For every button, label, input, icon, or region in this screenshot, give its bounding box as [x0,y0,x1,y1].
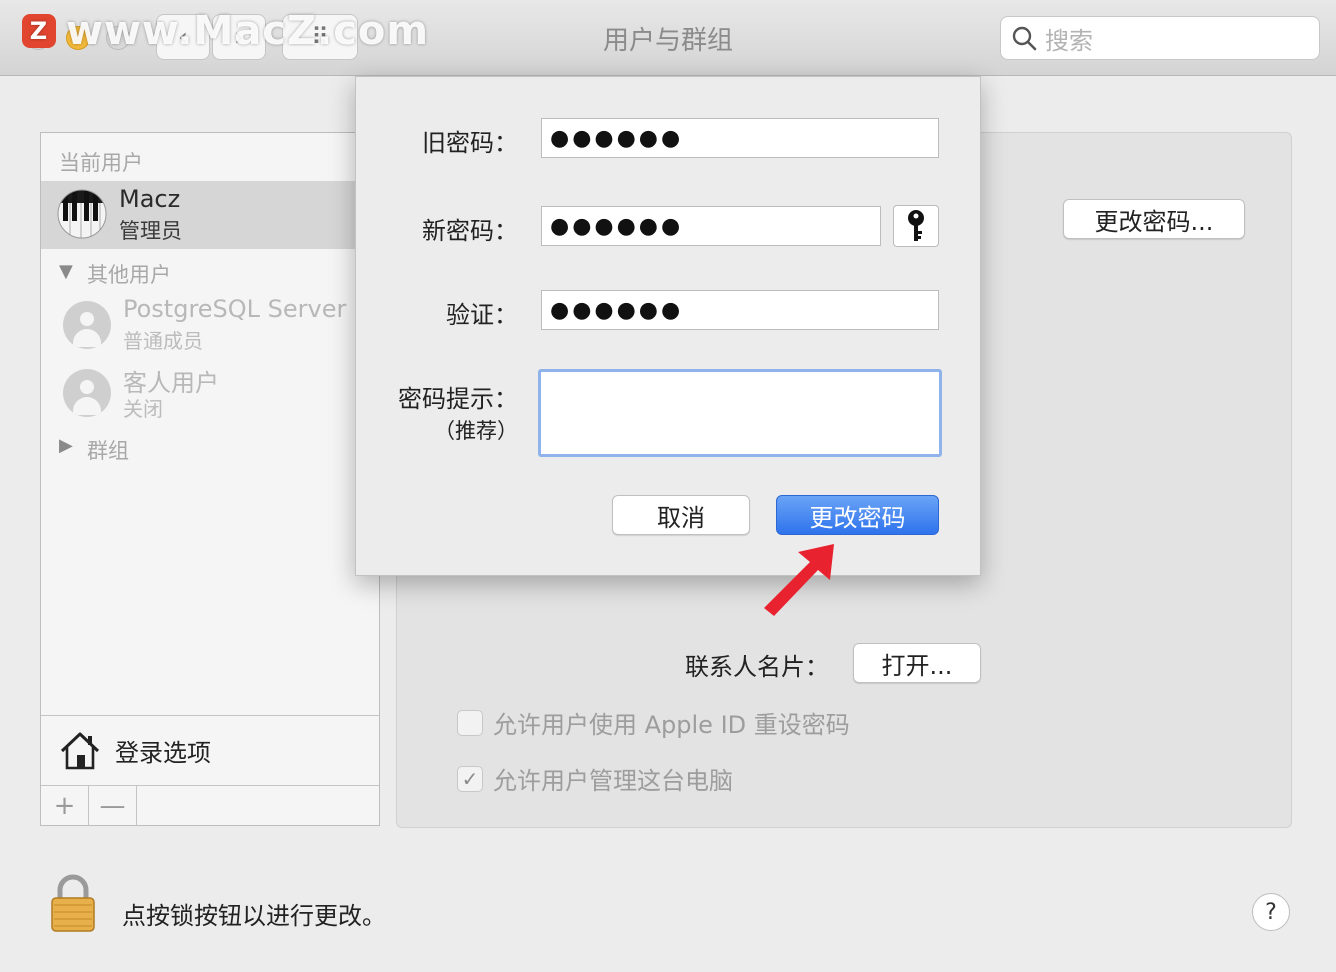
hint-label: 密码提示： [398,385,518,413]
add-remove-bar: + — [41,785,379,826]
new-password-label: 新密码： [422,217,518,245]
user-name: PostgreSQL Server [123,295,347,323]
login-options-item[interactable]: 登录选项 [41,715,379,785]
other-users-header: 其他用户 [87,263,171,287]
old-password-field[interactable]: ●●●●●● [541,118,939,158]
current-users-header: 当前用户 [59,151,143,175]
user-item-postgres[interactable]: PostgreSQL Server 普通成员 [41,293,379,355]
contact-card-label: 联系人名片： [685,653,829,681]
change-password-dialog: 旧密码： ●●●●●● 新密码： ●●●●●● 验证： ●●●●●● 密码提示：… [355,76,981,576]
login-options-label: 登录选项 [115,739,211,767]
verify-label: 验证： [446,301,518,329]
hint-recommended-label: （推荐） [434,419,518,443]
user-role: 关闭 [123,397,163,421]
title-bar: ‹ › ⠿ Z www.MacZ.com 用户与群组 搜索 [0,0,1336,76]
apple-id-reset-checkbox[interactable] [457,709,483,736]
cancel-button[interactable]: 取消 [612,495,750,535]
user-item-macz[interactable]: Macz 管理员 [41,181,379,249]
disclosure-triangle-down-icon[interactable]: ▼ [59,261,73,282]
password-hint-field[interactable] [538,369,942,457]
piano-avatar-icon [57,189,107,239]
user-role: 管理员 [119,219,182,243]
key-icon [908,210,924,241]
add-user-button[interactable]: + [41,786,89,826]
allow-admin-label: 允许用户管理这台电脑 [493,767,733,795]
annotation-arrow-icon [764,544,834,616]
remove-user-button[interactable]: — [89,786,137,826]
apple-id-reset-label: 允许用户使用 Apple ID 重设密码 [493,711,850,739]
lock-status-text: 点按锁按钮以进行更改。 [122,902,386,930]
minus-icon: — [99,791,126,821]
search-field[interactable]: 搜索 [1000,16,1320,60]
groups-header: 群组 [87,439,129,463]
confirm-change-password-button[interactable]: 更改密码 [776,495,939,535]
user-role: 普通成员 [123,329,203,353]
question-icon: ? [1265,899,1277,925]
lock-icon[interactable] [48,874,98,934]
user-avatar-icon [63,369,111,417]
change-password-button[interactable]: 更改密码... [1063,199,1245,239]
new-password-field[interactable]: ●●●●●● [541,206,881,246]
user-avatar-icon [63,301,111,349]
apple-id-reset-row[interactable]: 允许用户使用 Apple ID 重设密码 [457,705,850,740]
allow-admin-checkbox[interactable]: ✓ [457,765,483,792]
plus-icon: + [53,791,76,821]
password-assistant-button[interactable] [893,205,939,247]
open-contact-button[interactable]: 打开... [853,643,981,683]
search-placeholder: 搜索 [1045,26,1093,55]
disclosure-triangle-right-icon[interactable]: ▶ [59,435,73,456]
verify-password-field[interactable]: ●●●●●● [541,290,939,330]
user-list-sidebar: 当前用户 Macz 管理员 ▼ 其他用户 PostgreSQL Server 普… [40,132,380,826]
user-name: Macz [119,185,181,213]
user-item-guest[interactable]: 客人用户 关闭 [41,361,379,423]
allow-admin-row[interactable]: ✓ 允许用户管理这台电脑 [457,761,733,796]
checkmark-icon: ✓ [461,766,479,791]
search-icon [1012,26,1037,51]
house-icon [60,732,100,769]
help-button[interactable]: ? [1252,893,1290,931]
old-password-label: 旧密码： [422,129,518,157]
